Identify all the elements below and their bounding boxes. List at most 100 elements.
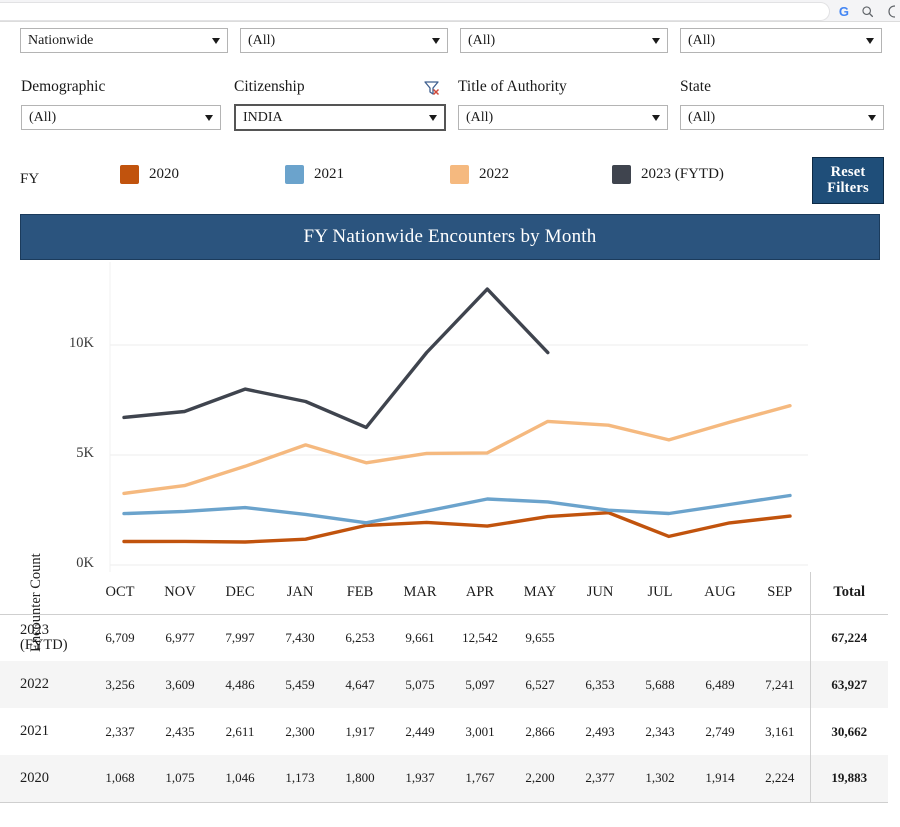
reset-filters-line2: Filters xyxy=(827,179,869,196)
encounters-table: OCT NOV DEC JAN FEB MAR APR MAY JUN JUL AUG SEP Tota… xyxy=(0,572,888,803)
table-cell: 1,914 xyxy=(690,755,750,802)
table-cell: 5,459 xyxy=(270,661,330,708)
filter-4[interactable]: (All) xyxy=(680,28,882,53)
filter-3-select[interactable]: (All) xyxy=(460,28,668,53)
series-line-2023-fytd-[interactable] xyxy=(122,287,550,430)
table-cell: 1,917 xyxy=(345,723,375,739)
filter-state-select[interactable]: (All) xyxy=(680,105,884,130)
table-body: 2023 (FYTD) 6,709 6,977 7,997 7,430 6,253 9,661… xyxy=(0,614,888,802)
clear-filter-icon[interactable] xyxy=(423,79,441,97)
table-cell: 2,449 xyxy=(405,723,435,739)
series-line-2021[interactable] xyxy=(122,493,792,525)
filter-demographic-select[interactable]: (All) xyxy=(21,105,221,130)
filter-demographic[interactable]: Demographic (All) xyxy=(21,78,221,130)
filter-region-select[interactable]: Nationwide xyxy=(20,28,228,53)
table-cell: 3,256 xyxy=(90,661,150,708)
chevron-down-icon xyxy=(429,114,437,121)
search-icon[interactable] xyxy=(861,5,874,18)
table-cell-total: 30,662 xyxy=(809,708,888,755)
dashboard-root: G Nationwide (All) (All) (All) Demograph… xyxy=(0,0,900,827)
table-cell: 2,343 xyxy=(645,723,675,739)
table-cell-total: 67,224 xyxy=(809,614,888,661)
table-row[interactable]: 2020 1,068 1,075 1,046 1,173 1,800 1,937 1,767 2… xyxy=(0,755,888,802)
table-cell: 3,609 xyxy=(150,661,210,708)
table-cell xyxy=(570,614,630,661)
table-cell: 2,200 xyxy=(510,755,570,802)
table-cell: 2,435 xyxy=(165,723,195,739)
table-cell: 2,224 xyxy=(750,755,810,802)
filter-region-value: Nationwide xyxy=(28,32,94,48)
table-header-row: OCT NOV DEC JAN FEB MAR APR MAY JUN JUL AUG SEP Tota… xyxy=(0,572,888,614)
table-cell: 1,937 xyxy=(390,755,450,802)
legend-swatch-2023 xyxy=(612,165,631,184)
table-header-jul: JUL xyxy=(647,584,673,601)
filter-citizenship-select[interactable]: INDIA xyxy=(234,104,446,131)
filter-demographic-label: Demographic xyxy=(21,78,106,95)
chart-legend: FY 2020 2021 2022 2023 (FYTD) xyxy=(0,160,900,202)
omnibox[interactable] xyxy=(0,2,830,21)
table-header-may: MAY xyxy=(523,584,557,601)
legend-swatch-2020 xyxy=(120,165,139,184)
table-cell: 5,688 xyxy=(630,661,690,708)
legend-item-2022[interactable]: 2022 xyxy=(450,165,509,184)
table-row[interactable]: 2023 (FYTD) 6,709 6,977 7,997 7,430 6,253 9,661… xyxy=(0,614,888,661)
filter-title-of-authority[interactable]: Title of Authority (All) xyxy=(458,78,668,130)
table-cell: 6,977 xyxy=(165,629,195,645)
table-cell: 1,068 xyxy=(90,755,150,802)
table-cell-total: 19,883 xyxy=(809,755,888,802)
table-cell: 2,300 xyxy=(285,723,315,739)
table-cell: 1,302 xyxy=(630,755,690,802)
line-chart-svg xyxy=(109,262,808,572)
series-line-2020[interactable] xyxy=(122,510,792,544)
legend-item-2023[interactable]: 2023 (FYTD) xyxy=(612,165,724,184)
table-head: OCT NOV DEC JAN FEB MAR APR MAY JUN JUL AUG SEP Tota… xyxy=(0,572,888,614)
chevron-down-icon xyxy=(868,114,876,121)
table-cell: 2,337 xyxy=(105,723,135,739)
filter-title-of-authority-select[interactable]: (All) xyxy=(458,105,668,130)
table-header-oct: OCT xyxy=(105,584,135,601)
table-cell: 6,489 xyxy=(690,661,750,708)
filter-region[interactable]: Nationwide xyxy=(20,28,228,53)
filter-state[interactable]: State (All) xyxy=(680,78,884,130)
chevron-down-icon xyxy=(652,114,660,121)
partial-icon[interactable] xyxy=(886,4,896,18)
chart-title: FY Nationwide Encounters by Month xyxy=(303,226,597,247)
filter-state-value: (All) xyxy=(688,109,716,125)
filter-4-value: (All) xyxy=(688,32,716,48)
table-cell: 9,661 xyxy=(405,629,435,645)
google-g-icon[interactable]: G xyxy=(839,5,849,18)
table-cell xyxy=(690,614,750,661)
table-row[interactable]: 2022 3,256 3,609 4,486 5,459 4,647 5,075 5,097 6… xyxy=(0,661,888,708)
legend-item-2021[interactable]: 2021 xyxy=(285,165,344,184)
filter-2-select[interactable]: (All) xyxy=(240,28,448,53)
chevron-down-icon xyxy=(432,37,440,44)
table-cell xyxy=(630,614,690,661)
filter-title-of-authority-label: Title of Authority xyxy=(458,78,567,95)
table-header-apr: APR xyxy=(465,584,495,601)
legend-item-2020[interactable]: 2020 xyxy=(120,165,179,184)
table-row-label: 2023 (FYTD) xyxy=(20,621,68,653)
filter-2[interactable]: (All) xyxy=(240,28,448,53)
chevron-down-icon xyxy=(205,114,213,121)
reset-filters-button[interactable]: Reset Filters xyxy=(812,157,884,204)
filter-citizenship-value: INDIA xyxy=(243,109,283,125)
filter-title-of-authority-value: (All) xyxy=(466,109,494,125)
table-cell: 5,075 xyxy=(390,661,450,708)
table-header-rowlabel xyxy=(0,572,90,614)
filter-2-value: (All) xyxy=(248,32,276,48)
filter-citizenship[interactable]: Citizenship INDIA xyxy=(234,78,446,131)
browser-icon-group: G xyxy=(839,1,896,21)
chart-area: Encounter Count 0K 5K 10K xyxy=(0,262,900,652)
table-cell: 7,997 xyxy=(225,629,255,645)
table-row[interactable]: 2021 2,337 2,435 2,611 2,300 1,917 2,449 3,001 2… xyxy=(0,708,888,755)
filter-row-second: Demographic (All) Citizenship INDIA Titl… xyxy=(0,78,900,134)
table-header-dec: DEC xyxy=(225,584,255,601)
reset-filters-line1: Reset xyxy=(830,163,866,180)
filter-4-select[interactable]: (All) xyxy=(680,28,882,53)
series-line-2022[interactable] xyxy=(122,403,792,496)
table-cell: 6,353 xyxy=(570,661,630,708)
filter-3[interactable]: (All) xyxy=(460,28,668,53)
table-cell: 6,709 xyxy=(105,629,135,645)
table-cell-total: 63,927 xyxy=(809,661,888,708)
table-header-sep: SEP xyxy=(767,584,793,601)
